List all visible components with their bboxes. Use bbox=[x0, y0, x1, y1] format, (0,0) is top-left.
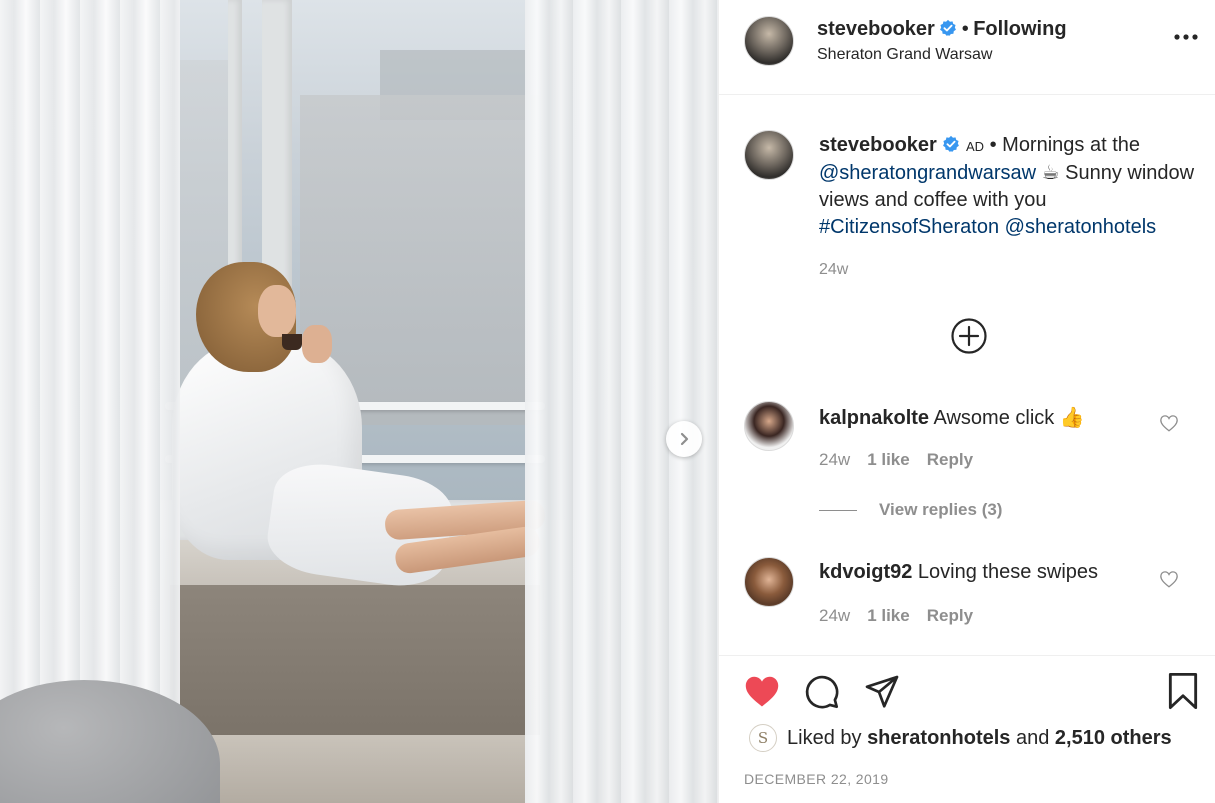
comment-icon[interactable] bbox=[804, 674, 840, 710]
header-separator: • bbox=[961, 18, 969, 40]
more-icon[interactable] bbox=[1174, 33, 1198, 41]
verified-badge-icon bbox=[943, 135, 960, 152]
bookmark-icon[interactable] bbox=[1167, 672, 1199, 710]
hotel-mention-link[interactable]: @sheratongrandwarsaw bbox=[819, 162, 1036, 184]
comment-body: Awsome click bbox=[933, 407, 1055, 429]
post-sidebar: stevebooker • Following Sheraton Grand W… bbox=[718, 0, 1215, 803]
window-wall bbox=[170, 585, 540, 745]
comment-text: kdvoigt92 Loving these swipes bbox=[819, 561, 1098, 584]
commenter-username[interactable]: kdvoigt92 bbox=[819, 561, 912, 583]
likes-prefix: Liked by bbox=[787, 726, 862, 749]
author-username[interactable]: stevebooker bbox=[817, 18, 935, 40]
next-photo-button[interactable] bbox=[666, 421, 702, 457]
likes-summary: S Liked by sheratonhotels and 2,510 othe… bbox=[749, 724, 1172, 752]
baseboard bbox=[170, 735, 540, 803]
thumbs-up-emoji: 👍 bbox=[1059, 407, 1085, 429]
plus-icon[interactable] bbox=[951, 318, 987, 354]
post-photo bbox=[0, 0, 718, 803]
comment-meta: 24w 1 like Reply bbox=[819, 450, 973, 470]
commenter-username[interactable]: kalpnakolte bbox=[819, 407, 929, 429]
caption-intro: • Mornings at the bbox=[989, 134, 1141, 156]
brand-mention-link[interactable]: @sheratonhotels bbox=[1005, 216, 1157, 238]
comment-age[interactable]: 24w bbox=[819, 606, 850, 626]
coffee-cup bbox=[282, 334, 302, 350]
comment-age[interactable]: 24w bbox=[819, 450, 850, 470]
likes-and: and bbox=[1015, 726, 1050, 749]
comment-text: kalpnakolte Awsome click 👍 bbox=[819, 405, 1085, 430]
post-location[interactable]: Sheraton Grand Warsaw bbox=[817, 46, 992, 64]
comment-likes[interactable]: 1 like bbox=[867, 606, 910, 626]
post-date[interactable]: DECEMBER 22, 2019 bbox=[744, 771, 889, 787]
comment-body: Loving these swipes bbox=[917, 561, 1099, 583]
sheraton-logo-letter: S bbox=[757, 729, 769, 747]
view-replies-button[interactable]: View replies (3) bbox=[819, 500, 1002, 520]
liker-avatar[interactable]: S bbox=[749, 724, 777, 752]
caption-username[interactable]: stevebooker bbox=[819, 134, 937, 156]
heart-icon[interactable] bbox=[743, 674, 781, 708]
reply-button[interactable]: Reply bbox=[927, 450, 973, 470]
following-button[interactable]: Following bbox=[973, 18, 1066, 40]
curtain-right bbox=[525, 0, 718, 803]
author-avatar[interactable] bbox=[744, 16, 794, 66]
comment-like-heart-icon[interactable] bbox=[1159, 414, 1179, 432]
person-face bbox=[258, 285, 296, 337]
comment-likes[interactable]: 1 like bbox=[867, 450, 910, 470]
post-header: stevebooker • Following Sheraton Grand W… bbox=[719, 0, 1215, 95]
coffee-emoji: ☕ bbox=[1041, 162, 1060, 184]
person-hand bbox=[302, 325, 332, 363]
hashtag-link[interactable]: #CitizensofSheraton bbox=[819, 216, 999, 238]
commenter-avatar[interactable] bbox=[744, 557, 794, 607]
ad-label: AD bbox=[965, 139, 985, 154]
caption-age[interactable]: 24w bbox=[819, 261, 848, 279]
view-replies-label: View replies (3) bbox=[879, 500, 1003, 519]
caption-avatar[interactable] bbox=[744, 130, 794, 180]
chevron-right-icon bbox=[680, 432, 689, 446]
likes-others-link[interactable]: 2,510 others bbox=[1055, 727, 1172, 749]
commenter-avatar[interactable] bbox=[744, 401, 794, 451]
verified-badge-icon bbox=[940, 19, 957, 36]
comment-meta: 24w 1 like Reply bbox=[819, 606, 973, 626]
replies-divider bbox=[819, 509, 857, 511]
comment-like-heart-icon[interactable] bbox=[1159, 570, 1179, 588]
share-icon[interactable] bbox=[864, 674, 900, 710]
caption: stevebooker AD • Mornings at the @sherat… bbox=[819, 132, 1199, 241]
reply-button[interactable]: Reply bbox=[927, 606, 973, 626]
liker-username[interactable]: sheratonhotels bbox=[867, 727, 1010, 749]
